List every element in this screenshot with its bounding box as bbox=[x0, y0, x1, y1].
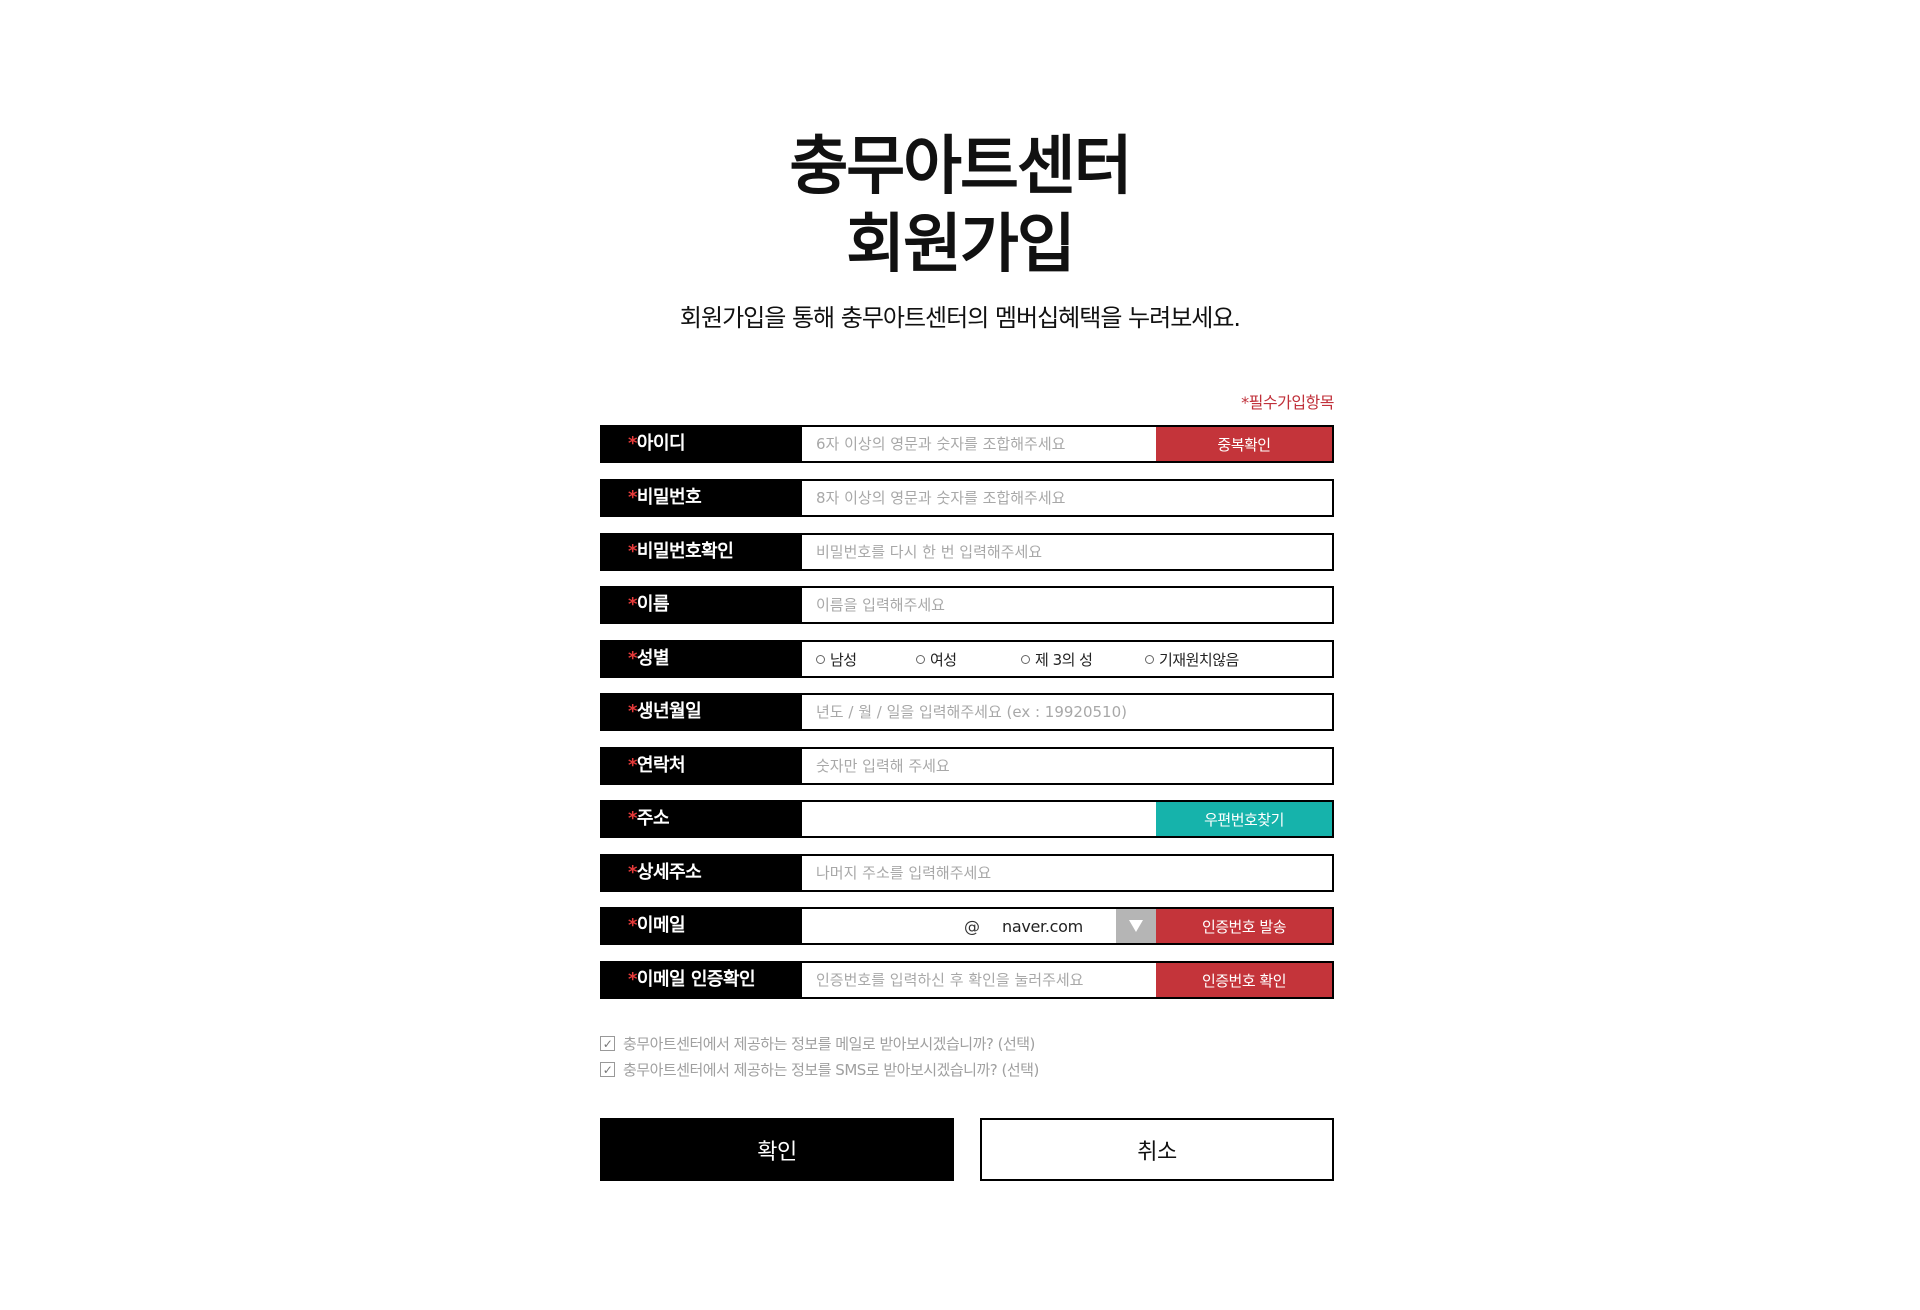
label-name: *이름 bbox=[602, 588, 802, 622]
row-name: *이름 bbox=[600, 586, 1334, 624]
row-email-verify: *이메일 인증확인 인증번호 확인 bbox=[600, 961, 1334, 999]
check-duplicate-button[interactable]: 중복확인 bbox=[1156, 427, 1332, 461]
radio-icon[interactable] bbox=[816, 654, 825, 664]
agree-email-checkbox[interactable]: ✓ 충무아트센터에서 제공하는 정보를 메일로 받아보시겠습니까? (선택) bbox=[600, 1033, 1200, 1054]
row-phone: *연락처 bbox=[600, 747, 1334, 785]
row-gender: *성별 남성 여성 제 3의 성 기재원치않음 bbox=[600, 640, 1334, 678]
label-password: *비밀번호 bbox=[602, 481, 802, 515]
confirm-button[interactable]: 확인 bbox=[600, 1118, 954, 1181]
label-password-confirm: *비밀번호확인 bbox=[602, 535, 802, 569]
address-detail-input[interactable] bbox=[802, 856, 1332, 890]
email-verify-input[interactable] bbox=[802, 963, 1156, 997]
label-address: *주소 bbox=[602, 802, 802, 836]
check-icon[interactable]: ✓ bbox=[600, 1036, 615, 1051]
label-userid: *아이디 bbox=[602, 427, 802, 461]
label-birthdate: *생년월일 bbox=[602, 695, 802, 729]
radio-icon[interactable] bbox=[916, 654, 925, 664]
chevron-down-icon bbox=[1129, 920, 1143, 932]
row-password: *비밀번호 bbox=[600, 479, 1334, 517]
label-address-detail: *상세주소 bbox=[602, 856, 802, 890]
required-note: *필수가입항목 bbox=[1241, 393, 1334, 412]
confirm-verification-button[interactable]: 인증번호 확인 bbox=[1156, 963, 1332, 997]
check-icon[interactable]: ✓ bbox=[600, 1062, 615, 1077]
dropdown-triangle-icon[interactable] bbox=[1116, 909, 1156, 943]
agree-sms-checkbox[interactable]: ✓ 충무아트센터에서 제공하는 정보를 SMS로 받아보시겠습니까? (선택) bbox=[600, 1059, 1200, 1080]
email-domain-select[interactable]: naver.com bbox=[992, 917, 1116, 936]
gender-option-third[interactable]: 제 3의 성 bbox=[1021, 649, 1145, 670]
cancel-button[interactable]: 취소 bbox=[980, 1118, 1334, 1181]
row-password-confirm: *비밀번호확인 bbox=[600, 533, 1334, 571]
birthdate-input[interactable] bbox=[802, 695, 1332, 729]
row-address-detail: *상세주소 bbox=[600, 854, 1334, 892]
radio-icon[interactable] bbox=[1021, 654, 1030, 664]
email-group: @ naver.com bbox=[802, 909, 1156, 943]
row-userid: *아이디 중복확인 bbox=[600, 425, 1334, 463]
phone-input[interactable] bbox=[802, 749, 1332, 783]
page-title: 충무아트센터 회원가입 bbox=[0, 128, 1920, 284]
email-at-sign: @ bbox=[964, 916, 980, 936]
gender-option-undisclosed[interactable]: 기재원치않음 bbox=[1145, 649, 1239, 670]
name-input[interactable] bbox=[802, 588, 1332, 622]
userid-input[interactable] bbox=[802, 427, 1156, 461]
row-birthdate: *생년월일 bbox=[600, 693, 1334, 731]
find-postcode-button[interactable]: 우편번호찾기 bbox=[1156, 802, 1332, 836]
page-subtitle: 회원가입을 통해 충무아트센터의 멤버십혜택을 누려보세요. bbox=[679, 304, 1241, 332]
row-address: *주소 우편번호찾기 bbox=[600, 800, 1334, 838]
label-email-verify: *이메일 인증확인 bbox=[602, 963, 802, 997]
title-line-1: 충무아트센터 bbox=[789, 130, 1132, 204]
title-line-2: 회원가입 bbox=[846, 208, 1076, 282]
row-email: *이메일 @ naver.com 인증번호 발송 bbox=[600, 907, 1334, 945]
label-gender: *성별 bbox=[602, 642, 802, 676]
send-verification-button[interactable]: 인증번호 발송 bbox=[1156, 909, 1332, 943]
password-input[interactable] bbox=[802, 481, 1332, 515]
gender-radio-group: 남성 여성 제 3의 성 기재원치않음 bbox=[802, 642, 1332, 676]
address-input[interactable] bbox=[802, 802, 1156, 836]
label-phone: *연락처 bbox=[602, 749, 802, 783]
email-local-input[interactable] bbox=[802, 909, 952, 943]
password-confirm-input[interactable] bbox=[802, 535, 1332, 569]
radio-icon[interactable] bbox=[1145, 654, 1154, 664]
label-email: *이메일 bbox=[602, 909, 802, 943]
gender-option-female[interactable]: 여성 bbox=[916, 649, 1021, 670]
gender-option-male[interactable]: 남성 bbox=[816, 649, 916, 670]
